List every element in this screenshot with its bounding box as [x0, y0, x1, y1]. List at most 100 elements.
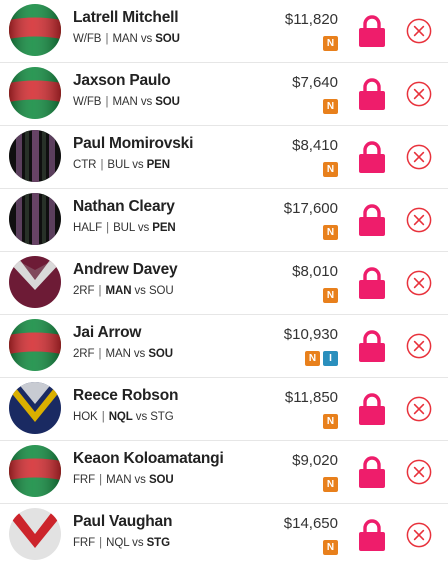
player-meta: W/FB | MAN vs SOU: [73, 33, 180, 45]
meta-separator: |: [103, 222, 113, 234]
meta-separator: |: [97, 159, 107, 171]
player-row[interactable]: Nathan Cleary HALF | BUL vs PEN $17,600 …: [0, 189, 448, 252]
player-price: $8,010: [292, 263, 338, 280]
player-name[interactable]: Paul Momirovski: [73, 135, 193, 153]
lock-icon[interactable]: [358, 392, 386, 426]
player-row[interactable]: Andrew Davey 2RF | MAN vs SOU $8,010 N: [0, 252, 448, 315]
away-team: SOU: [155, 33, 180, 45]
player-meta: W/FB | MAN vs SOU: [73, 96, 180, 108]
player-meta: FRF | NQL vs STG: [73, 537, 170, 549]
player-row[interactable]: Paul Momirovski CTR | BUL vs PEN $8,410 …: [0, 126, 448, 189]
player-row[interactable]: Jai Arrow 2RF | MAN vs SOU $10,930 NI: [0, 315, 448, 378]
status-badges: N: [323, 36, 338, 51]
home-team: MAN: [106, 474, 132, 486]
player-name[interactable]: Jaxson Paulo: [73, 72, 171, 90]
player-position: W/FB: [73, 96, 102, 108]
player-list: Latrell Mitchell W/FB | MAN vs SOU $11,8…: [0, 0, 448, 567]
versus-text: vs: [135, 411, 148, 423]
cowboys-jersey-avatar: [9, 382, 61, 434]
player-meta: FRF | MAN vs SOU: [73, 474, 174, 486]
meta-separator: |: [98, 411, 108, 423]
player-row[interactable]: Latrell Mitchell W/FB | MAN vs SOU $11,8…: [0, 0, 448, 63]
remove-player-icon[interactable]: [406, 396, 432, 422]
remove-player-icon[interactable]: [406, 144, 432, 170]
meta-separator: |: [102, 33, 112, 45]
player-position: 2RF: [73, 285, 95, 297]
player-meta: HALF | BUL vs PEN: [73, 222, 176, 234]
news-badge: N: [323, 225, 338, 240]
rabbitohs-jersey-avatar: [9, 445, 61, 497]
player-price: $10,930: [283, 326, 338, 343]
remove-player-icon[interactable]: [406, 18, 432, 44]
away-team: SOU: [148, 474, 174, 486]
news-badge: N: [323, 99, 338, 114]
home-team: MAN: [105, 348, 131, 360]
rabbitohs-jersey-avatar: [9, 319, 61, 371]
panthers-jersey-avatar: [9, 130, 61, 182]
player-meta: CTR | BUL vs PEN: [73, 159, 170, 171]
lock-icon[interactable]: [358, 329, 386, 363]
versus-text: vs: [132, 159, 144, 171]
player-price: $7,640: [292, 74, 338, 91]
player-row[interactable]: Reece Robson HOK | NQL vs STG $11,850 N: [0, 378, 448, 441]
lock-icon[interactable]: [358, 203, 386, 237]
lock-icon[interactable]: [358, 140, 386, 174]
player-position: HOK: [73, 411, 98, 423]
away-team: PEN: [152, 222, 176, 234]
away-team: STG: [150, 411, 174, 423]
player-name[interactable]: Nathan Cleary: [73, 198, 175, 216]
player-name[interactable]: Keaon Koloamatangi: [73, 450, 224, 468]
lock-icon[interactable]: [358, 14, 386, 48]
player-position: CTR: [73, 159, 97, 171]
away-team: SOU: [155, 96, 180, 108]
player-row[interactable]: Keaon Koloamatangi FRF | MAN vs SOU $9,0…: [0, 441, 448, 504]
player-name[interactable]: Jai Arrow: [73, 324, 141, 342]
player-position: HALF: [73, 222, 102, 234]
meta-separator: |: [102, 96, 112, 108]
away-team: PEN: [146, 159, 170, 171]
news-badge: N: [323, 162, 338, 177]
news-badge: N: [323, 477, 338, 492]
player-position: W/FB: [73, 33, 102, 45]
lock-icon[interactable]: [358, 77, 386, 111]
away-team: STG: [146, 537, 170, 549]
news-badge: N: [323, 414, 338, 429]
player-name[interactable]: Reece Robson: [73, 387, 178, 405]
remove-player-icon[interactable]: [406, 270, 432, 296]
versus-text: vs: [132, 537, 144, 549]
remove-player-icon[interactable]: [406, 81, 432, 107]
home-team: MAN: [112, 33, 138, 45]
player-position: FRF: [73, 474, 96, 486]
status-badges: N: [323, 540, 338, 555]
lock-icon[interactable]: [358, 455, 386, 489]
versus-text: vs: [140, 33, 153, 45]
remove-player-icon[interactable]: [406, 459, 432, 485]
remove-player-icon[interactable]: [406, 522, 432, 548]
rabbitohs-jersey-avatar: [9, 4, 61, 56]
status-badges: N: [323, 477, 338, 492]
player-price: $11,820: [284, 11, 338, 28]
player-row[interactable]: Jaxson Paulo W/FB | MAN vs SOU $7,640 N: [0, 63, 448, 126]
home-team: NQL: [106, 537, 130, 549]
home-team: NQL: [108, 411, 133, 423]
status-badges: N: [323, 162, 338, 177]
player-name[interactable]: Paul Vaughan: [73, 513, 172, 531]
home-team: BUL: [107, 159, 130, 171]
player-name[interactable]: Andrew Davey: [73, 261, 178, 279]
meta-separator: |: [95, 285, 105, 297]
versus-text: vs: [140, 96, 153, 108]
status-badges: NI: [305, 351, 338, 366]
home-team: MAN: [105, 285, 132, 297]
player-price: $11,850: [284, 389, 338, 406]
player-row[interactable]: Paul Vaughan FRF | NQL vs STG $14,650 N: [0, 504, 448, 567]
remove-player-icon[interactable]: [406, 333, 432, 359]
panthers-jersey-avatar: [9, 193, 61, 245]
player-name[interactable]: Latrell Mitchell: [73, 9, 179, 27]
news-badge: N: [323, 36, 338, 51]
home-team: MAN: [112, 96, 138, 108]
lock-icon[interactable]: [358, 266, 386, 300]
versus-text: vs: [137, 222, 150, 234]
lock-icon[interactable]: [358, 518, 386, 552]
remove-player-icon[interactable]: [406, 207, 432, 233]
meta-separator: |: [96, 537, 106, 549]
